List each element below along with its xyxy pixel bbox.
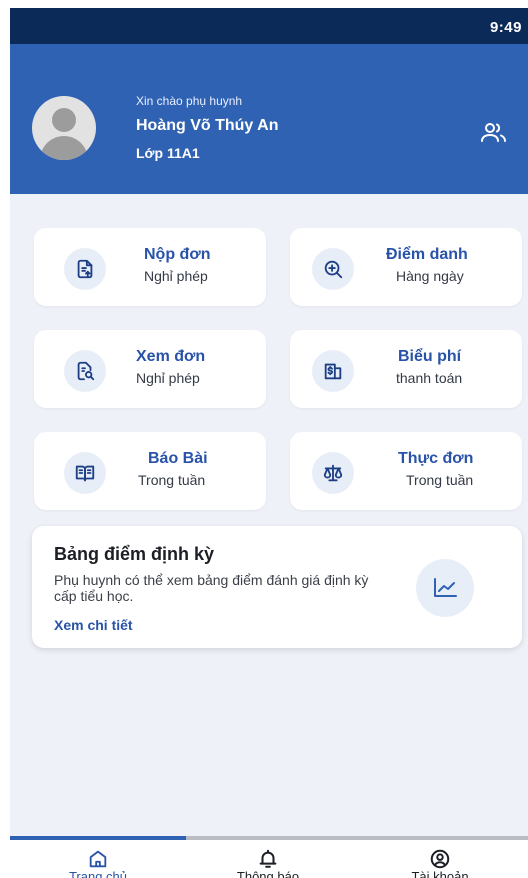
bell-icon xyxy=(259,849,277,868)
feature-attendance[interactable]: Điểm danh Hàng ngày xyxy=(290,228,522,306)
bottom-nav: Trang chủ Thông báo Tài khoản xyxy=(10,840,528,878)
file-search-icon xyxy=(64,350,106,392)
feature-title: Nộp đơn xyxy=(144,246,211,263)
zoom-in-icon xyxy=(312,248,354,290)
status-time: 9:49 xyxy=(489,19,522,36)
users-icon[interactable] xyxy=(480,120,508,144)
score-card-title: Bảng điểm định kỳ xyxy=(54,544,215,564)
feature-subtitle: Hàng ngày xyxy=(396,268,464,284)
nav-account-label: Tài khoản xyxy=(411,869,469,878)
class-name: Lớp 11A1 xyxy=(136,145,200,161)
user-circle-icon xyxy=(430,849,450,869)
nav-notifications[interactable]: Thông báo xyxy=(208,840,328,878)
feature-title: Thực đơn xyxy=(398,450,474,467)
avatar-body xyxy=(40,136,88,160)
feature-menu[interactable]: Thực đơn Trong tuần xyxy=(290,432,522,510)
score-card-description: Phụ huynh có thể xem bảng điểm đánh giá … xyxy=(54,572,369,604)
book-open-icon xyxy=(64,452,106,494)
feature-title: Biểu phí xyxy=(398,348,462,365)
avatar[interactable] xyxy=(32,96,96,160)
feature-leave-request[interactable]: Nộp đơn Nghỉ phép xyxy=(34,228,266,306)
feature-subtitle: thanh toán xyxy=(396,370,463,386)
top-edge xyxy=(10,0,528,8)
feature-view-requests[interactable]: Xem đơn Nghỉ phép xyxy=(34,330,266,408)
greeting-text: Xin chào phụ huynh xyxy=(136,94,243,108)
score-card[interactable]: Bảng điểm định kỳ Phụ huynh có thể xem b… xyxy=(32,526,522,648)
nav-home-label: Trang chủ xyxy=(68,869,128,878)
scale-icon xyxy=(312,452,354,494)
feature-subtitle: Nghỉ phép xyxy=(144,268,208,284)
nav-notifications-label: Thông báo xyxy=(236,869,300,878)
profile-header: Xin chào phụ huynh Hoàng Võ Thúy An Lớp … xyxy=(10,44,528,194)
feature-homework[interactable]: Báo Bài Trong tuần xyxy=(34,432,266,510)
view-details-link[interactable]: Xem chi tiết xyxy=(54,617,133,633)
file-upload-icon xyxy=(64,248,106,290)
app-screen: 9:49 Xin chào phụ huynh Hoàng Võ Thúy An… xyxy=(10,0,528,878)
feature-fees[interactable]: Biểu phí thanh toán xyxy=(290,330,522,408)
feature-subtitle: Nghỉ phép xyxy=(136,370,200,386)
avatar-head xyxy=(52,108,76,132)
feature-subtitle: Trong tuần xyxy=(406,472,474,488)
chart-line-icon[interactable] xyxy=(416,559,474,617)
home-icon xyxy=(89,850,107,868)
receipt-dollar-icon xyxy=(312,350,354,392)
feature-title: Xem đơn xyxy=(136,348,206,365)
parent-name: Hoàng Võ Thúy An xyxy=(136,117,279,134)
left-bezel xyxy=(0,0,10,878)
status-bar: 9:49 xyxy=(10,8,528,44)
feature-title: Báo Bài xyxy=(148,450,208,467)
nav-account[interactable]: Tài khoản xyxy=(380,840,500,878)
feature-title: Điểm danh xyxy=(386,246,468,263)
nav-home[interactable]: Trang chủ xyxy=(38,840,158,878)
feature-subtitle: Trong tuần xyxy=(138,472,206,488)
